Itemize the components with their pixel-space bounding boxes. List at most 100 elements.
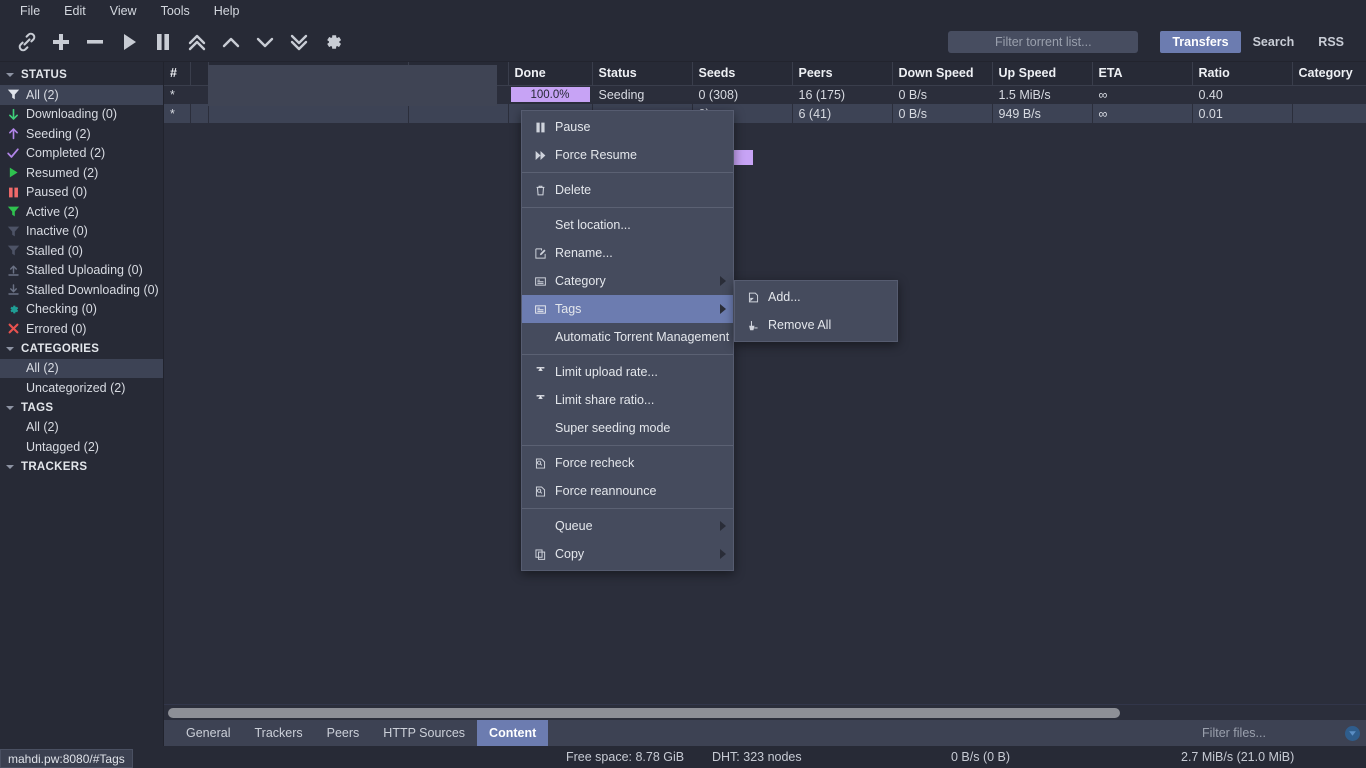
sidebar-item-uncategorized[interactable]: Uncategorized (2) bbox=[0, 378, 163, 398]
context-item-category[interactable]: Category bbox=[522, 267, 733, 295]
tab-peers[interactable]: Peers bbox=[315, 720, 372, 746]
horizontal-scrollbar[interactable] bbox=[164, 704, 1366, 720]
context-item-limit-share-ratio[interactable]: Limit share ratio... bbox=[522, 386, 733, 414]
tab-transfers[interactable]: Transfers bbox=[1160, 30, 1241, 53]
menu-separator bbox=[522, 445, 733, 446]
sidebar-item-resumed[interactable]: Resumed (2) bbox=[0, 163, 163, 183]
context-item-copy[interactable]: Copy bbox=[522, 540, 733, 568]
down-priority-icon[interactable] bbox=[248, 25, 282, 59]
menu-tools[interactable]: Tools bbox=[149, 2, 202, 20]
file-filter-area: Filter files... bbox=[1129, 720, 1366, 746]
arrow-down-icon bbox=[4, 108, 22, 121]
menu-view[interactable]: View bbox=[98, 2, 149, 20]
col-index[interactable]: # bbox=[164, 62, 191, 86]
context-item-tags[interactable]: Tags bbox=[522, 295, 733, 323]
progress-bar: 100.0% bbox=[510, 87, 590, 103]
col-down-speed[interactable]: Down Speed bbox=[892, 62, 993, 86]
top-priority-icon[interactable] bbox=[180, 25, 214, 59]
sidebar-item-checking[interactable]: Checking (0) bbox=[0, 300, 163, 320]
context-item-queue[interactable]: Queue bbox=[522, 512, 733, 540]
sidebar-item-stalled[interactable]: Stalled (0) bbox=[0, 241, 163, 261]
recheck-icon bbox=[530, 457, 550, 470]
menu-edit[interactable]: Edit bbox=[52, 2, 98, 20]
col-up-speed[interactable]: Up Speed bbox=[992, 62, 1093, 86]
torrent-filter-input[interactable]: Filter torrent list... bbox=[948, 30, 1139, 53]
tab-general[interactable]: General bbox=[174, 720, 242, 746]
sidebar-item-label: Downloading (0) bbox=[26, 107, 118, 122]
preferences-gear-icon[interactable] bbox=[316, 25, 350, 59]
col-category[interactable]: Category bbox=[1292, 62, 1366, 86]
tab-trackers[interactable]: Trackers bbox=[242, 720, 314, 746]
tab-http-sources[interactable]: HTTP Sources bbox=[371, 720, 477, 746]
download-toggle-icon[interactable] bbox=[1345, 725, 1360, 741]
resume-icon[interactable] bbox=[112, 25, 146, 59]
context-item-pause[interactable]: Pause bbox=[522, 113, 733, 141]
sidebar-item-label: Stalled (0) bbox=[26, 243, 83, 258]
context-item-label: Queue bbox=[555, 519, 593, 533]
col-status[interactable]: Status bbox=[592, 62, 693, 86]
context-item-limit-upload-rate[interactable]: Limit upload rate... bbox=[522, 358, 733, 386]
context-item-automatic-torrent-management[interactable]: Automatic Torrent Management bbox=[522, 323, 733, 351]
context-item-set-location[interactable]: Set location... bbox=[522, 211, 733, 239]
row-category bbox=[1292, 85, 1366, 104]
row-up-speed: 1.5 MiB/s bbox=[992, 85, 1092, 104]
pause-icon[interactable] bbox=[146, 25, 180, 59]
context-item-force-recheck[interactable]: Force recheck bbox=[522, 449, 733, 477]
up-priority-icon[interactable] bbox=[214, 25, 248, 59]
col-peers[interactable]: Peers bbox=[792, 62, 893, 86]
scrollbar-thumb[interactable] bbox=[168, 708, 1120, 718]
context-item-force-resume[interactable]: Force Resume bbox=[522, 141, 733, 169]
sidebar-item-completed[interactable]: Completed (2) bbox=[0, 144, 163, 164]
torrent-context-menu: Pause Force Resume Delete Set location..… bbox=[521, 110, 734, 571]
context-item-label: Force recheck bbox=[555, 456, 635, 470]
context-item-label: Category bbox=[555, 274, 606, 288]
sidebar-item-all-tags[interactable]: All (2) bbox=[0, 418, 163, 438]
sidebar-item-inactive[interactable]: Inactive (0) bbox=[0, 222, 163, 242]
sidebar-item-label: All (2) bbox=[26, 420, 59, 435]
sidebar-group-status[interactable]: STATUS bbox=[0, 65, 163, 85]
context-item-force-reannounce[interactable]: Force reannounce bbox=[522, 477, 733, 505]
table-row[interactable]: * 0) 6 (41) 0 B/s 949 B/s ∞ 0.01 bbox=[164, 104, 1366, 123]
col-eta[interactable]: ETA bbox=[1092, 62, 1193, 86]
context-item-delete[interactable]: Delete bbox=[522, 176, 733, 204]
sidebar-item-seeding[interactable]: Seeding (2) bbox=[0, 124, 163, 144]
context-item-label: Limit upload rate... bbox=[555, 365, 658, 379]
col-done[interactable]: Done bbox=[508, 62, 593, 86]
context-item-rename[interactable]: Rename... bbox=[522, 239, 733, 267]
menu-separator bbox=[522, 172, 733, 173]
add-torrent-file-icon[interactable] bbox=[44, 25, 78, 59]
tab-search[interactable]: Search bbox=[1241, 31, 1307, 53]
sidebar-item-paused[interactable]: Paused (0) bbox=[0, 183, 163, 203]
submenu-item-remove-all[interactable]: Remove All bbox=[735, 311, 897, 339]
sidebar-item-all-status[interactable]: All (2) bbox=[0, 85, 163, 105]
menu-help[interactable]: Help bbox=[202, 2, 252, 20]
remove-icon[interactable] bbox=[78, 25, 112, 59]
copy-icon bbox=[530, 548, 550, 561]
sidebar-item-label: Active (2) bbox=[26, 204, 79, 219]
sidebar-item-downloading[interactable]: Downloading (0) bbox=[0, 105, 163, 125]
sidebar-item-label: Stalled Uploading (0) bbox=[26, 263, 143, 278]
col-blank[interactable] bbox=[190, 62, 209, 86]
sidebar-item-errored[interactable]: Errored (0) bbox=[0, 319, 163, 339]
col-seeds[interactable]: Seeds bbox=[692, 62, 793, 86]
limit-upload-icon bbox=[530, 366, 550, 379]
submenu-item-add[interactable]: Add... bbox=[735, 283, 897, 311]
bottom-priority-icon[interactable] bbox=[282, 25, 316, 59]
file-filter-input[interactable]: Filter files... bbox=[1129, 726, 1339, 740]
menu-file[interactable]: File bbox=[8, 2, 52, 20]
sidebar-item-stalled-uploading[interactable]: Stalled Uploading (0) bbox=[0, 261, 163, 281]
col-ratio[interactable]: Ratio bbox=[1192, 62, 1293, 86]
filter-icon bbox=[4, 205, 22, 218]
sidebar-item-stalled-downloading[interactable]: Stalled Downloading (0) bbox=[0, 280, 163, 300]
context-item-super-seeding-mode[interactable]: Super seeding mode bbox=[522, 414, 733, 442]
sidebar-item-untagged[interactable]: Untagged (2) bbox=[0, 437, 163, 457]
context-item-label: Force reannounce bbox=[555, 484, 657, 498]
tab-rss[interactable]: RSS bbox=[1306, 31, 1356, 53]
tab-content[interactable]: Content bbox=[477, 720, 549, 746]
sidebar-item-all-categories[interactable]: All (2) bbox=[0, 358, 163, 378]
sidebar-item-active[interactable]: Active (2) bbox=[0, 202, 163, 222]
sidebar-group-categories[interactable]: CATEGORIES bbox=[0, 339, 163, 359]
sidebar-group-trackers[interactable]: TRACKERS bbox=[0, 457, 163, 477]
add-torrent-link-icon[interactable] bbox=[10, 25, 44, 59]
sidebar-group-tags[interactable]: TAGS bbox=[0, 398, 163, 418]
